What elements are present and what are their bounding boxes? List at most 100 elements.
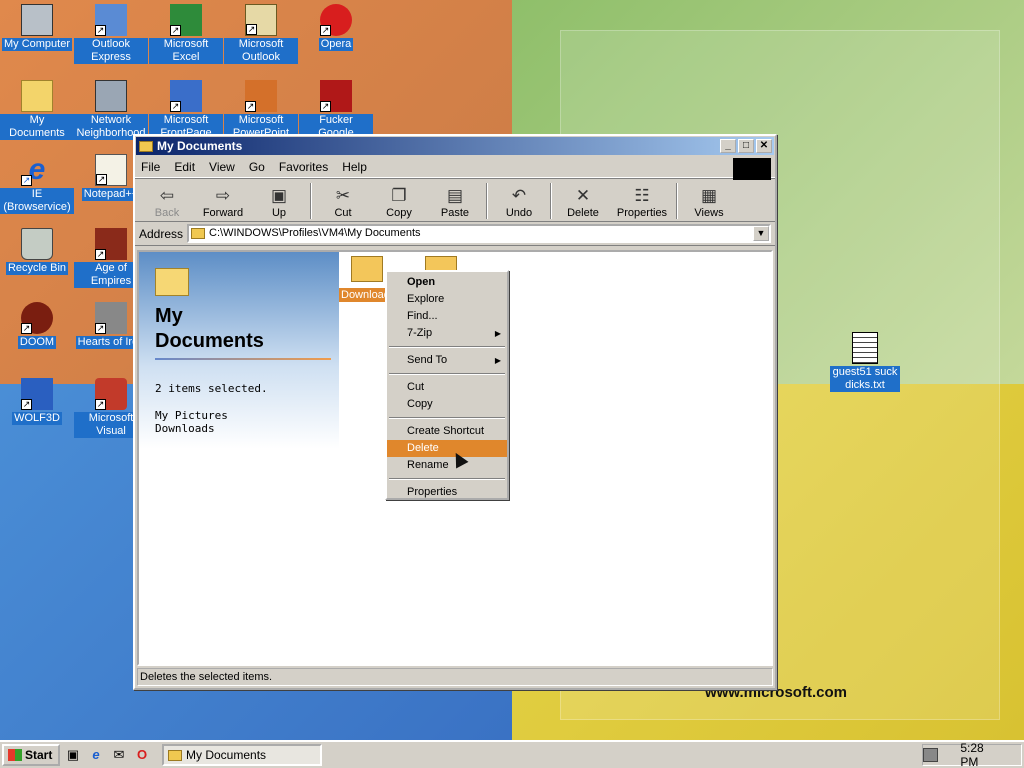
desktop-icon-doom[interactable]: ↗ DOOM <box>0 302 74 352</box>
submenu-arrow-icon: ▶ <box>494 329 501 338</box>
opera-icon: ↗ <box>320 4 352 36</box>
address-dropdown-button[interactable]: ▼ <box>753 226 769 241</box>
desktop-icon-excel[interactable]: ↗ Microsoft Excel <box>149 4 223 67</box>
ie-icon: e ↗ <box>21 153 46 186</box>
menu-favorites[interactable]: Favorites <box>279 160 328 174</box>
menu-item-copy[interactable]: Copy <box>387 396 507 413</box>
toolbar-separator <box>310 183 312 219</box>
folder-icon[interactable] <box>351 256 383 282</box>
menu-bar: File Edit View Go Favorites Help <box>135 156 775 178</box>
menu-item-send-to[interactable]: Send To ▶ <box>387 352 507 369</box>
menu-item-find[interactable]: Find... <box>387 308 507 325</box>
outlook-icon: ↗ <box>245 4 277 36</box>
toolbar-separator <box>550 183 552 219</box>
paste-icon: ▤ <box>446 186 464 205</box>
menu-item-explore[interactable]: Explore <box>387 291 507 308</box>
windows-logo-icon <box>733 158 771 180</box>
clock[interactable]: 5:28 PM <box>960 741 1003 768</box>
toolbar-separator <box>676 183 678 219</box>
text-file-icon <box>852 332 878 364</box>
menu-help[interactable]: Help <box>342 160 367 174</box>
cut-button[interactable]: ✂ Cut <box>315 185 371 219</box>
toolbar-separator <box>486 183 488 219</box>
selection-count: 2 items selected. <box>155 382 268 395</box>
age-of-empires-icon: ↗ <box>95 228 127 260</box>
address-label: Address <box>139 226 184 241</box>
system-tray: 5:28 PM <box>922 741 1022 768</box>
menu-file[interactable]: File <box>141 160 160 174</box>
selected-item: My Pictures <box>155 409 228 422</box>
visual-interdev-icon: ↗ <box>95 378 127 410</box>
wolf3d-icon: ↗ <box>21 378 53 410</box>
desktop-icon-opera[interactable]: ↗ Opera <box>299 4 373 54</box>
menu-separator <box>389 373 505 375</box>
hearts-of-iron-icon: ↗ <box>95 302 127 334</box>
up-icon: ▣ <box>270 186 288 205</box>
back-button[interactable]: ⇦ Back <box>139 185 195 219</box>
copy-icon: ❐ <box>391 186 407 205</box>
menu-item-cut[interactable]: Cut <box>387 379 507 396</box>
desktop-icon-my-documents[interactable]: My Documents <box>0 80 74 143</box>
menu-view[interactable]: View <box>209 160 235 174</box>
forward-icon: ⇨ <box>215 186 231 205</box>
frontpage-icon: ↗ <box>170 80 202 112</box>
quicklaunch-outlook-icon[interactable]: ✉ <box>109 745 129 765</box>
web-view-panel: My Documents 2 items selected. My Pictur… <box>139 252 339 662</box>
desktop-icon-outlook[interactable]: ↗ Microsoft Outlook <box>224 4 298 67</box>
menu-go[interactable]: Go <box>249 160 265 174</box>
undo-button[interactable]: ↶ Undo <box>491 185 547 219</box>
taskbar-button-my-documents[interactable]: My Documents <box>162 744 322 766</box>
folder-icon <box>139 140 153 152</box>
status-bar: Deletes the selected items. <box>137 668 773 686</box>
address-bar: Address C:\WINDOWS\Profiles\VM4\My Docum… <box>135 222 775 246</box>
desktop-file-txt[interactable]: guest51 suck dicks.txt <box>830 332 900 392</box>
menu-separator <box>389 346 505 348</box>
taskbar: Start ▣ e ✉ O My Documents 5:28 PM <box>0 740 1024 768</box>
menu-separator <box>389 417 505 419</box>
selection-info: 2 items selected. My Pictures Downloads <box>155 382 268 435</box>
recycle-bin-icon <box>21 228 53 260</box>
menu-item-rename[interactable]: Rename <box>387 457 507 474</box>
tray-network-icon[interactable] <box>923 748 939 762</box>
desktop-icon-outlook-express[interactable]: ↗ Outlook Express <box>74 4 148 67</box>
close-button[interactable]: ✕ <box>756 139 772 153</box>
menu-item-delete[interactable]: Delete <box>387 440 507 457</box>
forward-button[interactable]: ⇨ Forward <box>195 185 251 219</box>
minimize-button[interactable]: _ <box>720 139 736 153</box>
up-button[interactable]: ▣ Up <box>251 185 307 219</box>
properties-icon: ☷ <box>634 186 650 205</box>
folder-icon <box>168 749 182 761</box>
quicklaunch-opera-icon[interactable]: O <box>132 745 152 765</box>
selected-item: Downloads <box>155 422 215 435</box>
menu-item-open[interactable]: Open <box>387 274 507 291</box>
maximize-button[interactable]: □ <box>738 139 754 153</box>
menu-item-create-shortcut[interactable]: Create Shortcut <box>387 423 507 440</box>
desktop-icon-wolf3d[interactable]: ↗ WOLF3D <box>0 378 74 428</box>
submenu-arrow-icon: ▶ <box>494 356 501 365</box>
quicklaunch-desktop-icon[interactable]: ▣ <box>63 745 83 765</box>
properties-button[interactable]: ☷ Properties <box>611 185 673 219</box>
views-button[interactable]: ▦ Views <box>681 185 737 219</box>
menu-edit[interactable]: Edit <box>174 160 195 174</box>
views-icon: ▦ <box>700 186 718 205</box>
delete-button[interactable]: ✕ Delete <box>555 185 611 219</box>
folder-icon <box>155 268 189 296</box>
desktop-icon-my-computer[interactable]: My Computer <box>0 4 74 54</box>
address-input[interactable]: C:\WINDOWS\Profiles\VM4\My Documents ▼ <box>187 224 771 243</box>
quicklaunch-ie-icon[interactable]: e <box>86 745 106 765</box>
window-title-bar[interactable]: My Documents _ □ ✕ <box>136 137 774 155</box>
my-documents-icon <box>21 80 53 112</box>
desktop-icon-ie[interactable]: e ↗ IE (Browservice) <box>0 154 74 217</box>
doom-icon: ↗ <box>21 302 53 334</box>
excel-icon: ↗ <box>170 4 202 36</box>
start-button[interactable]: Start <box>2 744 60 766</box>
menu-item-properties[interactable]: Properties <box>387 484 507 501</box>
menu-item-7zip[interactable]: 7-Zip ▶ <box>387 325 507 342</box>
notepadpp-icon: ↗ <box>95 154 127 186</box>
copy-button[interactable]: ❐ Copy <box>371 185 427 219</box>
panel-title: My Documents <box>155 305 264 352</box>
paste-button[interactable]: ▤ Paste <box>427 185 483 219</box>
outlook-express-icon: ↗ <box>95 4 127 36</box>
desktop-icon-recycle-bin[interactable]: Recycle Bin <box>0 228 74 278</box>
my-computer-icon <box>21 4 53 36</box>
